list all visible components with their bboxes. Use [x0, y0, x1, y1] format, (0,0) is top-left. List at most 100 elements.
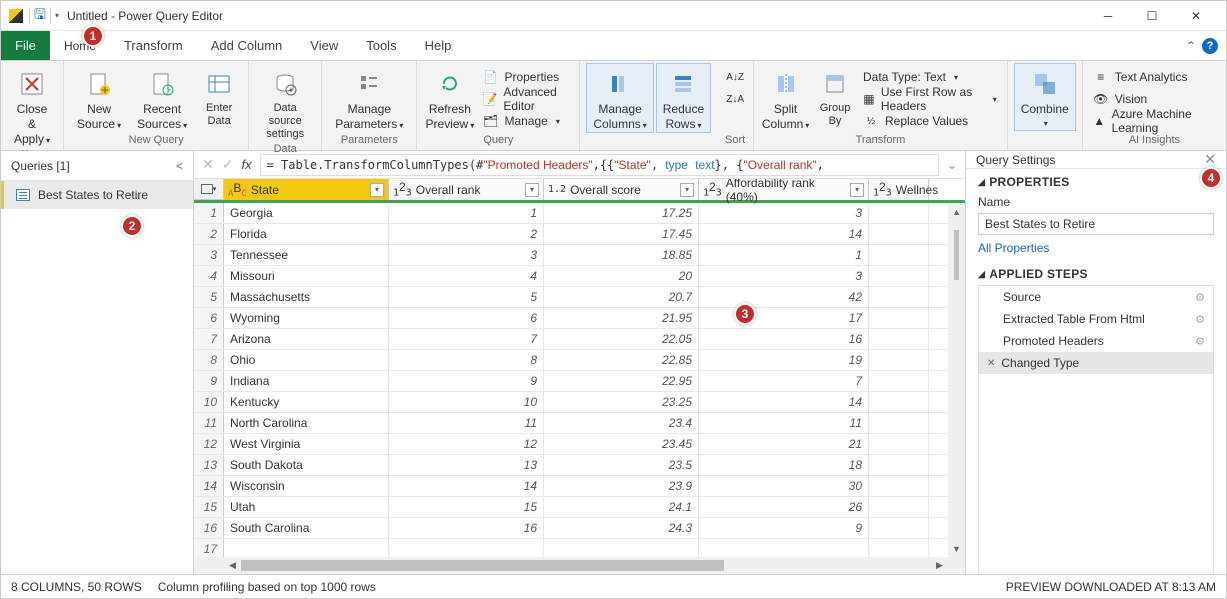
- replace-values-button[interactable]: ½Replace Values: [859, 111, 1001, 131]
- table-row[interactable]: 7 Arizona 7 22.05 16: [194, 329, 965, 350]
- close-button[interactable]: ✕: [1174, 2, 1218, 30]
- menu-home[interactable]: Home 1: [50, 31, 110, 60]
- table-row[interactable]: 6 Wyoming 6 21.95 17: [194, 308, 965, 329]
- table-row[interactable]: 15 Utah 15 24.1 26: [194, 497, 965, 518]
- gear-icon[interactable]: ⚙: [1195, 313, 1205, 326]
- table-row[interactable]: 16 South Carolina 16 24.3 9: [194, 518, 965, 539]
- query-name-input[interactable]: [978, 213, 1214, 235]
- new-source-button[interactable]: New Source▾: [70, 63, 128, 133]
- collapse-queries-icon[interactable]: <: [176, 159, 183, 173]
- combine-button[interactable]: Combine▾: [1014, 63, 1076, 131]
- fx-icon[interactable]: fx: [241, 157, 251, 172]
- table-row[interactable]: 11 North Carolina 11 23.4 11: [194, 413, 965, 434]
- filter-dropdown-icon[interactable]: ▾: [680, 183, 694, 197]
- table-row[interactable]: 4 Missouri 4 20 3: [194, 266, 965, 287]
- table-row[interactable]: 17: [194, 539, 965, 557]
- cancel-formula-icon[interactable]: ✕: [202, 156, 214, 173]
- reduce-rows-button[interactable]: Reduce Rows▾: [656, 63, 711, 133]
- all-properties-link[interactable]: All Properties: [978, 241, 1049, 255]
- statusbar: 8 COLUMNS, 50 ROWS Column profiling base…: [1, 574, 1226, 598]
- vision-button[interactable]: 👁Vision: [1089, 89, 1220, 109]
- filter-dropdown-icon[interactable]: ▾: [850, 183, 864, 197]
- data-source-settings-button[interactable]: Data source settings: [255, 63, 315, 143]
- column-header-wellness[interactable]: 123Wellnes: [869, 179, 929, 200]
- sort-desc-button[interactable]: Z↓A: [723, 89, 747, 109]
- split-column-button[interactable]: Split Column▾: [760, 63, 811, 133]
- close-settings-icon[interactable]: ✕: [1204, 151, 1216, 168]
- save-icon[interactable]: 🖫: [34, 4, 46, 28]
- cell-state: Florida: [224, 224, 389, 244]
- table-row[interactable]: 9 Indiana 9 22.95 7: [194, 371, 965, 392]
- table-row[interactable]: 12 West Virginia 12 23.45 21: [194, 434, 965, 455]
- vertical-scrollbar[interactable]: ▲ ▼: [948, 203, 965, 557]
- gear-icon[interactable]: ⚙: [1195, 291, 1205, 304]
- sort-asc-button[interactable]: A↓Z: [723, 67, 747, 87]
- filter-dropdown-icon[interactable]: ▾: [525, 183, 539, 197]
- cell-wellness: [869, 539, 929, 557]
- filter-dropdown-icon[interactable]: ▾: [370, 183, 384, 197]
- gear-icon[interactable]: ⚙: [1195, 335, 1205, 348]
- cell-aff: 9: [699, 518, 869, 538]
- menu-add-column[interactable]: Add Column: [197, 31, 297, 60]
- horizontal-scrollbar[interactable]: ◀▶: [194, 557, 965, 574]
- queries-label: Queries [1]: [11, 159, 70, 173]
- table-row[interactable]: 10 Kentucky 10 23.25 14: [194, 392, 965, 413]
- table-row[interactable]: 5 Massachusetts 5 20.7 42: [194, 287, 965, 308]
- cell-rank: 14: [389, 476, 544, 496]
- table-row[interactable]: 1 Georgia 1 17.25 3: [194, 203, 965, 224]
- cell-score: 20: [544, 266, 699, 286]
- table-row[interactable]: 14 Wisconsin 14 23.9 30: [194, 476, 965, 497]
- cell-state: West Virginia: [224, 434, 389, 454]
- apply-formula-icon[interactable]: ✓: [222, 156, 234, 173]
- manage-parameters-button[interactable]: Manage Parameters▾: [328, 63, 410, 133]
- data-type-button[interactable]: Data Type: Text▾: [859, 67, 1001, 87]
- applied-step[interactable]: ✕Changed Type: [979, 352, 1213, 374]
- menu-transform[interactable]: Transform: [110, 31, 197, 60]
- close-apply-button[interactable]: Close & Apply▾: [7, 63, 57, 149]
- column-header-score[interactable]: 1.2Overall score▾: [544, 179, 699, 200]
- column-header-affordability[interactable]: 123Affordability rank (40%)▾: [699, 179, 869, 200]
- text-analytics-button[interactable]: ≡Text Analytics: [1089, 67, 1220, 87]
- cell-state: Missouri: [224, 266, 389, 286]
- menu-help[interactable]: Help: [411, 31, 466, 60]
- table-row[interactable]: 8 Ohio 8 22.85 19: [194, 350, 965, 371]
- row-number: 1: [194, 203, 224, 223]
- applied-step[interactable]: Promoted Headers⚙: [979, 330, 1213, 352]
- manage-columns-button[interactable]: Manage Columns▾: [586, 63, 653, 133]
- expand-formula-icon[interactable]: ⌄: [947, 158, 957, 172]
- recent-sources-button[interactable]: Recent Sources▾: [130, 63, 194, 133]
- table-row[interactable]: 13 South Dakota 13 23.5 18: [194, 455, 965, 476]
- azure-ml-button[interactable]: ▲Azure Machine Learning: [1089, 111, 1220, 131]
- menu-view[interactable]: View: [296, 31, 352, 60]
- manage-button[interactable]: 🗂Manage▾: [478, 111, 573, 131]
- table-row[interactable]: 3 Tennessee 3 18.85 1: [194, 245, 965, 266]
- applied-step[interactable]: Extracted Table From Html⚙: [979, 308, 1213, 330]
- column-header-rank[interactable]: 123Overall rank▾: [389, 179, 544, 200]
- collapse-ribbon-icon[interactable]: ⌃: [1186, 39, 1196, 53]
- help-icon[interactable]: ?: [1202, 38, 1218, 54]
- enter-data-button[interactable]: Enter Data: [196, 63, 242, 129]
- menu-tools[interactable]: Tools: [352, 31, 410, 60]
- column-header-state[interactable]: ABCState▾: [224, 179, 389, 200]
- applied-step[interactable]: Source⚙: [979, 286, 1213, 308]
- row-number: 17: [194, 539, 224, 557]
- query-item[interactable]: Best States to Retire: [1, 181, 193, 209]
- first-row-headers-button[interactable]: ▦Use First Row as Headers▾: [859, 89, 1001, 109]
- qat-dropdown-icon[interactable]: ▾: [55, 11, 59, 20]
- refresh-preview-button[interactable]: Refresh Preview▾: [423, 63, 476, 133]
- properties-button[interactable]: 📄Properties: [478, 67, 573, 87]
- menu-file[interactable]: File: [1, 31, 50, 60]
- minimize-button[interactable]: ─: [1086, 2, 1130, 30]
- cell-score: [544, 539, 699, 557]
- advanced-editor-button[interactable]: 📝Advanced Editor: [478, 89, 573, 109]
- cell-rank: 12: [389, 434, 544, 454]
- formula-bar[interactable]: = Table.TransformColumnTypes(#"Promoted …: [260, 154, 939, 176]
- row-number: 4: [194, 266, 224, 286]
- maximize-button[interactable]: ☐: [1130, 2, 1174, 30]
- settings-title: Query Settings: [976, 153, 1055, 167]
- cell-aff: 26: [699, 497, 869, 517]
- grid-corner[interactable]: ▾: [194, 179, 224, 200]
- status-preview-time: PREVIEW DOWNLOADED AT 8:13 AM: [1006, 580, 1216, 594]
- group-by-button[interactable]: Group By: [813, 63, 857, 129]
- table-row[interactable]: 2 Florida 2 17.45 14: [194, 224, 965, 245]
